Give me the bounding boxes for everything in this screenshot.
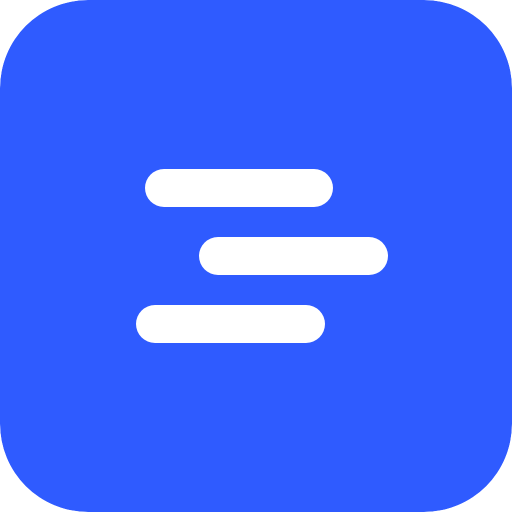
menu-line-top (145, 169, 333, 207)
app-icon (0, 0, 512, 512)
menu-line-middle (199, 237, 388, 275)
menu-lines-icon (0, 0, 512, 512)
menu-line-bottom (136, 305, 325, 343)
